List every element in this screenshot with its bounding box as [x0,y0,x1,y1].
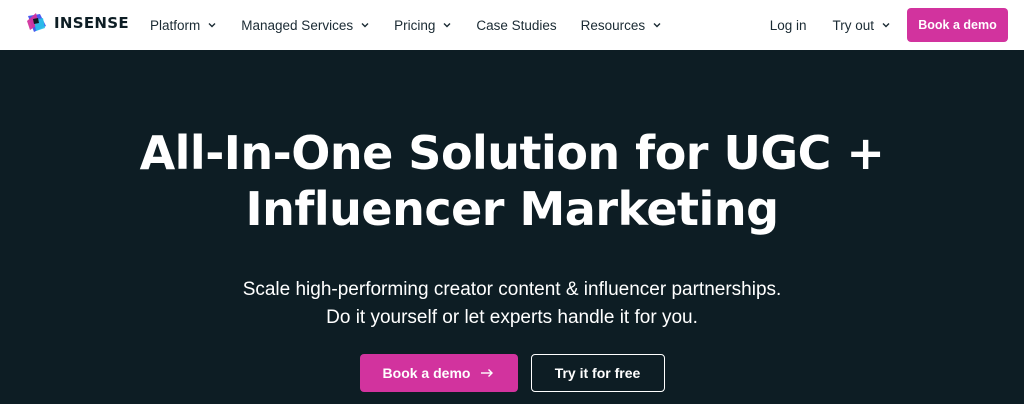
nav-right-group: Log in Try out Book a demo [770,0,1008,50]
top-navbar: INSENSE Platform Managed Services Pricin… [0,0,1024,50]
nav-item-resources[interactable]: Resources [581,18,663,33]
nav-item-label: Case Studies [476,17,557,33]
nav-item-label: Resources [580,17,646,33]
logo-text: INSENSE [54,14,129,32]
hero-title: All-In-One Solution for UGC + Influencer… [0,125,1024,237]
hero-section: All-In-One Solution for UGC + Influencer… [0,50,1024,404]
nav-item-label: Platform [150,17,201,33]
hero-title-line-2: Influencer Marketing [245,182,780,236]
chevron-down-icon [653,23,661,28]
nav-item-pricing[interactable]: Pricing [394,18,452,33]
try-out-label: Try out [832,17,874,33]
insense-logo-icon [27,13,46,32]
hero-title-line-1: All-In-One Solution for UGC + [139,126,885,180]
nav-item-label: Pricing [394,17,436,33]
book-demo-label: Book a demo [382,365,471,381]
chevron-down-icon [361,23,369,28]
arrow-right-icon [481,369,494,377]
book-demo-button[interactable]: Book a demo [359,354,518,392]
try-out-dropdown[interactable]: Try out [832,18,891,33]
chevron-down-icon [882,23,890,28]
chevron-down-icon [208,23,216,28]
try-free-button[interactable]: Try it for free [530,354,665,392]
nav-item-platform[interactable]: Platform [150,18,217,33]
hero-cta-group: Book a demo Try it for free [0,354,1024,392]
main-nav: Platform Managed Services Pricing Case S… [150,0,686,50]
nav-book-demo-button[interactable]: Book a demo [907,8,1008,42]
nav-item-label: Managed Services [241,17,354,33]
login-link[interactable]: Log in [770,18,807,33]
logo[interactable]: INSENSE [26,12,129,34]
chevron-down-icon [443,23,451,28]
hero-subtitle-line-2: Do it yourself or let experts handle it … [326,307,698,328]
nav-item-case-studies[interactable]: Case Studies [476,18,556,33]
nav-item-managed-services[interactable]: Managed Services [241,18,370,33]
hero-subtitle: Scale high-performing creator content & … [0,276,1024,332]
hero-subtitle-line-1: Scale high-performing creator content & … [242,279,782,300]
